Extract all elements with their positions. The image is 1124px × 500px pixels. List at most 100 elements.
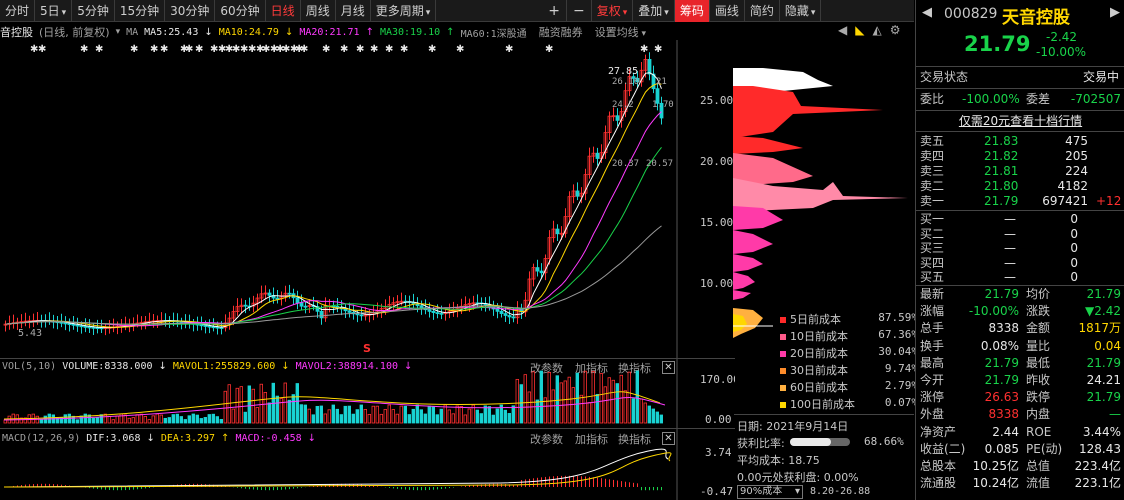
macd-bar — [541, 477, 542, 487]
stat-row: 外盘 8338 内盘 — — [916, 407, 1124, 422]
zoom-out-button[interactable]: − — [567, 0, 592, 22]
arrow-left-icon[interactable]: ◀ — [838, 23, 847, 37]
cost-legend-pct: 0.07% — [884, 396, 918, 409]
zoom-in-button[interactable]: + — [542, 0, 567, 22]
candle-body — [595, 152, 600, 159]
price-annotation: 24.2 — [612, 100, 634, 110]
sell-level-row[interactable]: 卖三 21.81 224 — [916, 164, 1124, 179]
sell-level-label: 卖三 — [920, 164, 945, 178]
macd-bar — [109, 487, 110, 490]
macd-bar — [585, 476, 586, 487]
ma-settings-link[interactable]: 设置均线 ▾ — [595, 24, 646, 40]
stat-value: 26.63 — [984, 390, 1019, 405]
volume-bar — [223, 390, 227, 424]
period-tab-5min[interactable]: 5分钟 — [72, 0, 115, 22]
volume-bar — [171, 414, 175, 424]
volume-bar — [299, 404, 303, 424]
next-stock-button[interactable]: ▶ — [1110, 5, 1120, 20]
macd-bar — [601, 478, 602, 487]
sell-level-volume: 697421 — [1042, 194, 1088, 208]
hide-button[interactable]: 隐藏 ▾ — [780, 0, 822, 22]
sell-level-row[interactable]: 卖二 21.80 4182 — [916, 179, 1124, 194]
period-tab-60min[interactable]: 60分钟 — [215, 0, 266, 22]
buy-level-row[interactable]: 买三 — 0 — [916, 241, 1124, 256]
period-tab-daily[interactable]: 日线 — [266, 0, 301, 22]
event-marker-icon: ✱ — [195, 44, 203, 55]
macd-bar — [93, 487, 94, 489]
ma-label: MA — [126, 26, 139, 38]
candle-body — [267, 292, 272, 296]
sell-level-volume: 224 — [1065, 164, 1088, 178]
buy-level-row[interactable]: 买五 — 0 — [916, 270, 1124, 285]
period-tab-fenshi[interactable]: 分时 — [0, 0, 36, 22]
cost-legend-label: 30日前成本 — [790, 364, 848, 377]
volume-bar — [459, 406, 463, 424]
weibi-row: 委比 -100.00% 委差 -702507 — [916, 92, 1124, 107]
chip-band — [733, 272, 755, 290]
candle-body — [503, 313, 508, 316]
gear-icon[interactable]: ⚙ — [890, 23, 901, 37]
sell-level-label: 卖二 — [920, 179, 945, 193]
macd-bar — [529, 478, 530, 487]
volume-bar — [603, 386, 607, 424]
stat-label: 涨幅 — [920, 304, 945, 319]
period-tab-5day[interactable]: 5日 ▾ — [35, 0, 73, 22]
lock-icon[interactable]: ◭ — [872, 23, 881, 37]
period-tab-15min[interactable]: 15分钟 — [115, 0, 166, 22]
buy-level-row[interactable]: 买二 — 0 — [916, 227, 1124, 242]
stat-label: PE(动) — [1026, 441, 1063, 456]
stat-row: 总手 8338 金额 1817万 — [916, 321, 1124, 336]
overlay-dropdown[interactable]: 叠加 ▾ — [633, 0, 675, 22]
volume-bar — [287, 399, 291, 424]
chevron-down-icon[interactable]: ▾ — [116, 27, 121, 37]
fuquan-label: 复权 — [596, 3, 621, 18]
volume-bar — [659, 414, 663, 424]
sell-level-row[interactable]: 卖一 21.79 697421 +12 — [916, 194, 1124, 209]
candlestick-chart[interactable]: ✱ ✱ ✱ ✱ ✱ ✱ ✱ ✱✱ ✱ ✱ ✱✱✱ ✱ ✱ ✱✱ ✱✱✱ ✱✱✱ ✱ ✱ ✱ ✱ ✱ ✱ ✱ ✱ ✱ ✱ ✱ ✱ 25.… — [0, 40, 735, 358]
ten-level-quote-link[interactable]: 仅需20元查看十档行情 — [916, 112, 1124, 129]
stat-value: 128.43 — [1079, 441, 1121, 456]
macd-bar — [637, 483, 638, 487]
macd-bar — [405, 487, 406, 490]
macd-bar — [621, 481, 622, 487]
volume-bar — [611, 379, 615, 424]
cursor-icon[interactable]: ◣ — [855, 23, 864, 37]
macd-bar — [453, 487, 454, 488]
buy-level-row[interactable]: 买一 — 0 — [916, 212, 1124, 227]
macd-bar — [101, 487, 102, 490]
draw-line-button[interactable]: 画线 — [710, 0, 745, 22]
cost-legend-pct: 30.04% — [878, 345, 918, 358]
simple-mode-button[interactable]: 简约 — [745, 0, 780, 22]
volume-bar — [503, 409, 507, 424]
stat-row: 流通股 10.24亿 流值 223.1亿 — [916, 476, 1124, 491]
macd-bar — [641, 487, 642, 491]
volume-bar — [39, 419, 43, 424]
stat-value: 21.79 — [1086, 287, 1121, 301]
chip-button[interactable]: 筹码 — [674, 0, 710, 22]
volume-bar — [163, 417, 167, 424]
macd-bar — [117, 487, 118, 491]
sell-level-row[interactable]: 卖四 21.82 205 — [916, 149, 1124, 164]
buy-level-row[interactable]: 买四 — 0 — [916, 256, 1124, 271]
macd-bar — [393, 487, 394, 489]
margin-trading-link[interactable]: 融资融券 — [539, 24, 583, 40]
period-tab-weekly[interactable]: 周线 — [301, 0, 336, 22]
volume-bar — [367, 413, 371, 424]
volume-bar — [451, 413, 455, 424]
fuquan-dropdown[interactable]: 复权 ▾ — [592, 0, 634, 22]
sell-level-row[interactable]: 卖五 21.83 475 — [916, 134, 1124, 149]
candle-body — [203, 325, 208, 327]
price-annotation: 26.16 — [612, 77, 639, 87]
more-periods-dropdown[interactable]: 更多周期 ▾ — [371, 0, 437, 22]
macd-bar — [377, 486, 378, 487]
legend-swatch — [780, 402, 786, 408]
cost-legend-label: 10日前成本 — [790, 330, 848, 343]
candle-body — [507, 315, 512, 318]
cost-range-select[interactable]: 90%成本 ▾ — [737, 485, 803, 499]
prev-stock-button[interactable]: ◀ — [922, 5, 932, 20]
period-tab-monthly[interactable]: 月线 — [336, 0, 371, 22]
event-marker-icon: ✱ — [385, 44, 393, 55]
chip-band — [733, 230, 773, 254]
period-tab-30min[interactable]: 30分钟 — [165, 0, 216, 22]
stat-label: 均价 — [1026, 287, 1051, 301]
